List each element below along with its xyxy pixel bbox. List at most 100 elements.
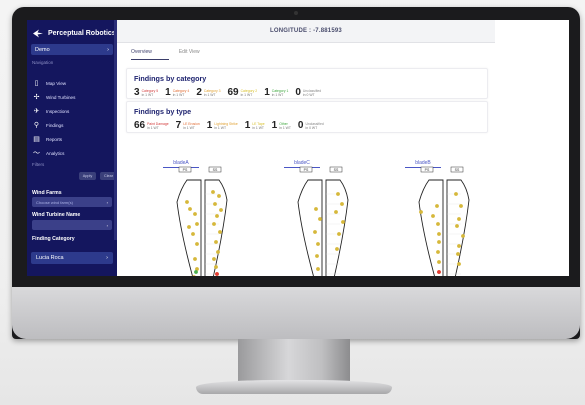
finding-marker[interactable] (419, 210, 423, 214)
finding-marker[interactable] (454, 192, 458, 196)
finding-marker[interactable] (219, 208, 223, 212)
stat-item[interactable]: 1 Category 1 in 1 WT (264, 87, 288, 98)
finding-marker[interactable] (457, 244, 461, 248)
stat-count: 7 (175, 120, 182, 131)
user-name: Lucia Roca (36, 255, 64, 261)
chevron-right-icon: › (106, 199, 108, 205)
finding-marker[interactable] (437, 260, 441, 264)
finding-marker[interactable] (217, 194, 221, 198)
sidebar-item-reports[interactable]: ▤ Reports (33, 132, 75, 146)
user-menu[interactable]: Lucia Roca › (31, 252, 113, 264)
finding-marker[interactable] (193, 257, 197, 261)
tab-overview[interactable]: Overview (131, 47, 169, 60)
stat-item[interactable]: 1 Other in 1 WT (272, 120, 291, 131)
finding-marker[interactable] (188, 207, 192, 211)
stat-item[interactable]: 0 Unclassified in 0 WT (295, 87, 321, 98)
finding-marker[interactable] (461, 234, 465, 238)
finding-marker[interactable] (337, 232, 341, 236)
finding-marker[interactable] (435, 204, 439, 208)
finding-marker[interactable] (455, 224, 459, 228)
finding-marker[interactable] (437, 232, 441, 236)
logo[interactable]: Perceptual Robotics (27, 20, 117, 40)
turbine-icon: ✢ (33, 94, 40, 101)
stat-count: 1 (264, 87, 270, 98)
stat-item[interactable]: 66 Paint Damage in 1 WT (134, 120, 169, 131)
finding-marker[interactable] (334, 210, 338, 214)
finding-marker[interactable] (316, 242, 320, 246)
finding-marker[interactable] (459, 204, 463, 208)
apply-filter-button[interactable]: Apply (79, 172, 96, 180)
sidebar-item-findings[interactable]: ⚲ Findings (33, 118, 75, 132)
tab-edit-view[interactable]: Edit View (179, 47, 213, 60)
finding-marker[interactable] (195, 242, 199, 246)
finding-marker[interactable] (214, 240, 218, 244)
stat-item[interactable]: 7 LE Erosion in 1 WT (176, 120, 200, 131)
monitor-stand-base (196, 380, 392, 394)
blade-suction-side (446, 179, 470, 276)
wind-farms-select[interactable]: Choose wind farm(s) › (32, 197, 112, 207)
sidebar-item-inspections[interactable]: ✈ Inspections (33, 104, 75, 118)
turbine-name-label: Wind Turbine Name (32, 212, 81, 218)
sidebar-scrollbar[interactable] (114, 20, 117, 240)
finding-marker[interactable] (315, 254, 319, 258)
finding-marker[interactable] (194, 270, 198, 274)
finding-marker[interactable] (340, 202, 344, 206)
stat-item[interactable]: 3 Category 5 in 1 WT (134, 87, 158, 98)
finding-marker[interactable] (216, 250, 220, 254)
findings-by-category-title: Findings by category (134, 74, 207, 83)
finding-marker[interactable] (211, 190, 215, 194)
finding-marker[interactable] (193, 212, 197, 216)
sidebar-item-map-view[interactable]: ▯ Map View (33, 76, 75, 90)
sidebar-item-wind-turbines[interactable]: ✢ Wind Turbines (33, 90, 76, 104)
finding-marker[interactable] (212, 257, 216, 261)
finding-marker[interactable] (212, 222, 216, 226)
stat-label: Paint Damage in 1 WT (147, 122, 169, 130)
finding-marker[interactable] (457, 217, 461, 221)
finding-marker[interactable] (195, 222, 199, 226)
finding-marker[interactable] (436, 222, 440, 226)
finding-marker[interactable] (431, 214, 435, 218)
finding-marker[interactable] (436, 250, 440, 254)
finding-marker[interactable] (336, 192, 340, 196)
finding-marker[interactable] (215, 214, 219, 218)
finding-marker[interactable] (457, 262, 461, 266)
stat-count: 1 (244, 120, 251, 131)
finding-marker[interactable] (314, 207, 318, 211)
finding-marker[interactable] (187, 225, 191, 229)
project-selector[interactable]: Demo › (31, 44, 113, 55)
filter-buttons: Apply Clear (79, 172, 117, 180)
stat-item[interactable]: 2 Category 3 in 1 WT (196, 87, 220, 98)
finding-marker[interactable] (313, 230, 317, 234)
finding-marker[interactable] (437, 270, 441, 274)
turbine-name-select[interactable]: › (32, 220, 112, 230)
stat-sub-text: in 0 WT (305, 125, 318, 130)
finding-marker[interactable] (214, 265, 218, 269)
app-name: Perceptual Robotics (48, 29, 116, 37)
stat-label-text: Lightning Strike (214, 121, 238, 126)
stat-item[interactable]: 0 Unclassified in 0 WT (298, 120, 324, 131)
chart-icon: 〜 (33, 150, 40, 157)
sidebar-item-label: Analytics (46, 150, 65, 156)
finding-marker[interactable] (335, 247, 339, 251)
stat-item[interactable]: 69 Category 2 in 1 WT (227, 87, 257, 98)
finding-marker[interactable] (456, 252, 460, 256)
finding-marker[interactable] (215, 272, 219, 276)
finding-marker[interactable] (318, 217, 322, 221)
stat-item[interactable]: 1 LE Tape in 1 WT (245, 120, 265, 131)
finding-marker[interactable] (185, 200, 189, 204)
stat-item[interactable]: 1 Category 4 in 1 WT (165, 87, 189, 98)
blade-side-label: PS (183, 168, 188, 172)
monitor-chin (12, 287, 580, 339)
blade-side-label: SS (455, 168, 460, 172)
stat-count: 3 (134, 87, 140, 98)
finding-marker[interactable] (316, 267, 320, 271)
sidebar-item-analytics[interactable]: 〜 Analytics (33, 146, 75, 160)
finding-marker[interactable] (437, 240, 441, 244)
finding-marker[interactable] (218, 230, 222, 234)
finding-marker[interactable] (191, 232, 195, 236)
view-tabs: Overview Edit View (131, 47, 213, 60)
blade-side-label: PS (304, 168, 309, 172)
stat-item[interactable]: 1 Lightning Strike in 1 WT (207, 120, 238, 131)
finding-marker[interactable] (213, 202, 217, 206)
finding-marker[interactable] (341, 220, 345, 224)
